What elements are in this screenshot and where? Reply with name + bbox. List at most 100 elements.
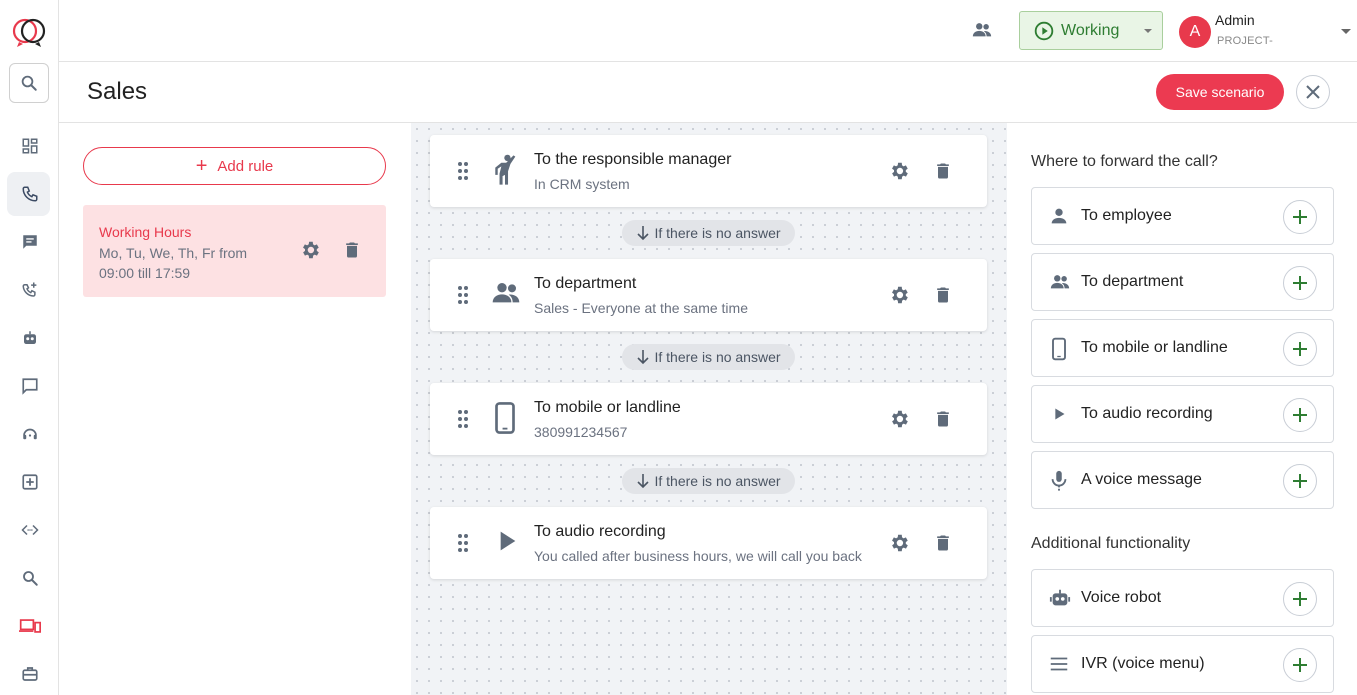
add-option-button[interactable]	[1283, 266, 1317, 300]
close-button[interactable]	[1296, 75, 1330, 109]
option-to-employee[interactable]: To employee	[1031, 187, 1334, 245]
trash-icon[interactable]	[933, 532, 953, 554]
manager-icon	[495, 154, 516, 185]
add-option-button[interactable]	[1283, 464, 1317, 498]
headset-icon	[22, 428, 37, 440]
option-label: To mobile or landline	[1081, 339, 1228, 356]
option-label: To audio recording	[1081, 405, 1213, 422]
nav-toolkit[interactable]	[0, 652, 59, 695]
drag-handle-icon[interactable]	[457, 409, 469, 429]
trash-icon[interactable]	[933, 160, 953, 182]
rule-card[interactable]: Working Hours Mo, Tu, We, Th, Fr from 09…	[83, 205, 386, 297]
add-option-button[interactable]	[1283, 200, 1317, 234]
chevron-down-icon	[1144, 29, 1152, 33]
status-label: Working	[1061, 21, 1120, 39]
drag-handle-icon[interactable]	[457, 285, 469, 305]
forward-section-title: Where to forward the call?	[1031, 153, 1218, 170]
no-answer-label: If there is no answer	[654, 473, 781, 489]
gear-icon[interactable]	[299, 239, 321, 261]
nav-calls[interactable]	[0, 172, 59, 216]
nav-dashboard[interactable]	[0, 124, 59, 168]
add-box-icon	[21, 474, 38, 490]
nav-search[interactable]	[0, 556, 59, 600]
mobile-icon	[1052, 337, 1066, 361]
gear-icon[interactable]	[888, 532, 910, 554]
trash-icon[interactable]	[933, 408, 953, 430]
nav-support[interactable]	[0, 412, 59, 456]
rules-column: + Add rule Working Hours Mo, Tu, We, Th,…	[59, 123, 411, 695]
nav-integrations[interactable]	[0, 460, 59, 504]
avatar[interactable]: A	[1179, 16, 1211, 48]
nav-robot[interactable]	[0, 316, 59, 360]
add-option-button[interactable]	[1283, 332, 1317, 366]
nav-messages[interactable]	[0, 220, 59, 264]
menu-icon	[1050, 657, 1068, 671]
step-title: To mobile or landline	[534, 399, 681, 416]
rule-title: Working Hours	[99, 224, 192, 240]
search-icon	[21, 75, 37, 91]
option-to-audio-recording[interactable]: To audio recording	[1031, 385, 1334, 443]
rule-summary: Mo, Tu, We, Th, Fr from 09:00 till 17:59	[99, 245, 248, 281]
phone-add-icon	[21, 282, 36, 297]
rail-search-button[interactable]	[9, 63, 49, 103]
comment-icon	[21, 378, 38, 395]
plus-icon	[1293, 658, 1307, 672]
gear-icon[interactable]	[888, 284, 910, 306]
gear-icon[interactable]	[888, 160, 910, 182]
mobile-icon	[495, 402, 515, 434]
arrow-down-icon	[637, 226, 650, 241]
search-icon	[22, 571, 38, 586]
people-icon[interactable]	[971, 19, 993, 41]
option-label: A voice message	[1081, 471, 1202, 488]
dashboard-icon	[22, 138, 37, 154]
status-dropdown[interactable]: Working	[1019, 11, 1163, 50]
user-project: PROJECT-	[1217, 35, 1273, 47]
department-icon	[1050, 275, 1070, 289]
flow-step[interactable]: To mobile or landline 380991234567	[430, 383, 987, 455]
department-icon	[492, 283, 520, 303]
drag-handle-icon[interactable]	[457, 161, 469, 181]
trash-icon[interactable]	[342, 239, 362, 261]
nav-add-call[interactable]	[0, 268, 59, 312]
chat-icon	[22, 235, 37, 249]
nav-devices[interactable]	[0, 604, 59, 648]
left-rail	[0, 0, 59, 695]
save-scenario-button[interactable]: Save scenario	[1156, 74, 1284, 110]
gear-icon[interactable]	[888, 408, 910, 430]
add-option-button[interactable]	[1283, 398, 1317, 432]
toolbox-icon	[21, 667, 38, 681]
additional-section-title: Additional functionality	[1031, 535, 1191, 552]
add-option-button[interactable]	[1283, 648, 1317, 682]
option-ivr[interactable]: IVR (voice menu)	[1031, 635, 1334, 693]
step-title: To department	[534, 275, 637, 292]
option-label: To employee	[1081, 207, 1172, 224]
step-title: To audio recording	[534, 523, 666, 540]
option-to-department[interactable]: To department	[1031, 253, 1334, 311]
chevron-down-icon[interactable]	[1341, 29, 1351, 34]
plus-icon	[1293, 592, 1307, 606]
step-title: To the responsible manager	[534, 151, 732, 168]
add-option-button[interactable]	[1283, 582, 1317, 616]
option-label: IVR (voice menu)	[1081, 655, 1205, 672]
nav-api[interactable]	[0, 508, 59, 552]
trash-icon[interactable]	[933, 284, 953, 306]
flow-canvas: To the responsible manager In CRM system…	[411, 123, 1007, 695]
microphone-icon	[1051, 470, 1067, 492]
flow-step[interactable]: To the responsible manager In CRM system	[430, 135, 987, 207]
step-subtitle: In CRM system	[534, 176, 630, 192]
nav-chats[interactable]	[0, 364, 59, 408]
arrow-down-icon	[637, 474, 650, 489]
no-answer-connector: If there is no answer	[622, 220, 795, 246]
option-voice-message[interactable]: A voice message	[1031, 451, 1334, 509]
title-bar: Sales Save scenario	[59, 62, 1357, 123]
option-to-mobile[interactable]: To mobile or landline	[1031, 319, 1334, 377]
user-name[interactable]: Admin	[1215, 12, 1255, 28]
logo-icon[interactable]	[11, 14, 47, 50]
drag-handle-icon[interactable]	[457, 533, 469, 553]
add-rule-button[interactable]: + Add rule	[83, 147, 386, 185]
flow-step[interactable]: To department Sales - Everyone at the sa…	[430, 259, 987, 331]
option-voice-robot[interactable]: Voice robot	[1031, 569, 1334, 627]
robot-icon	[23, 331, 36, 344]
person-icon	[1051, 208, 1067, 224]
flow-step[interactable]: To audio recording You called after busi…	[430, 507, 987, 579]
